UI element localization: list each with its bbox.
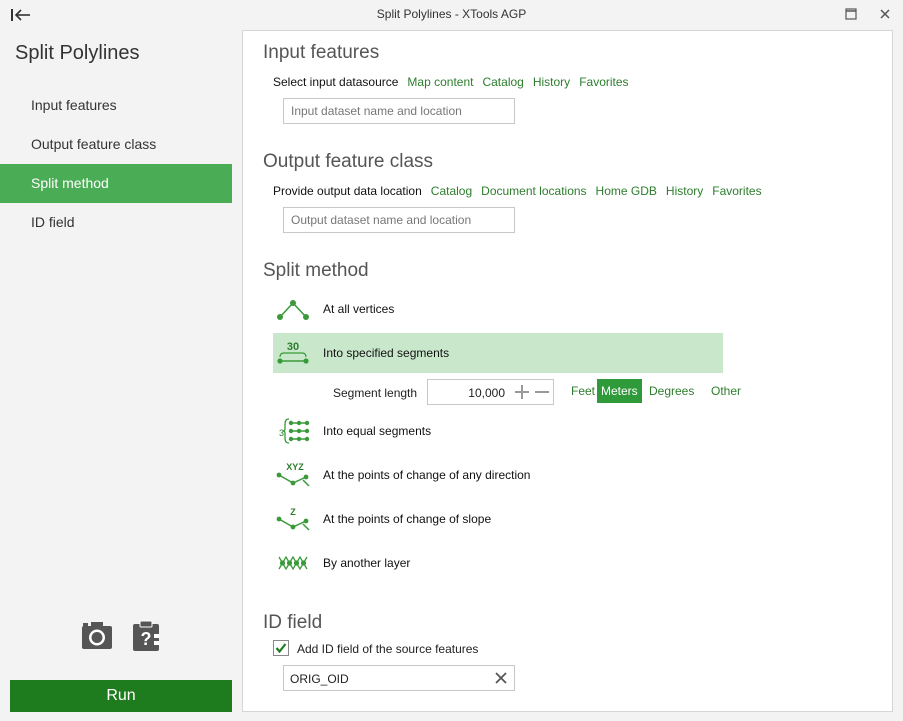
sidebar-item-output-feature-class[interactable]: Output feature class	[0, 125, 232, 164]
link-catalog[interactable]: Catalog	[431, 184, 472, 198]
method-label: At the points of change of any direction	[323, 468, 531, 482]
link-document-locations[interactable]: Document locations	[481, 184, 586, 198]
link-map-content[interactable]: Map content	[407, 75, 473, 89]
plus-icon[interactable]	[514, 384, 530, 400]
output-feature-class-heading: Output feature class	[263, 151, 434, 172]
main-panel: Input features Select input datasource Ma…	[242, 30, 893, 712]
another-layer-icon	[278, 555, 308, 571]
title-bar: Split Polylines - XTools AGP	[0, 0, 903, 30]
sidebar-nav: Input features Output feature class Spli…	[0, 86, 232, 242]
maximize-icon[interactable]	[845, 8, 857, 20]
svg-text:30: 30	[287, 341, 299, 353]
camera-icon[interactable]	[80, 618, 114, 652]
segment-length-input[interactable]: 10,000	[427, 379, 554, 405]
input-source-row: Select input datasource Map content Catalo…	[273, 75, 638, 89]
clipboard-help-icon[interactable]: ?	[130, 618, 164, 652]
segment-length-value: 10,000	[468, 386, 505, 400]
close-icon[interactable]	[878, 7, 892, 21]
input-features-heading: Input features	[263, 42, 380, 63]
input-dataset-field[interactable]	[283, 98, 515, 124]
add-id-field-checkbox[interactable]	[273, 640, 289, 656]
method-into-equal-segments[interactable]: 3 Into equal segments	[273, 411, 723, 451]
method-change-of-slope[interactable]: Z At the points of change of slope	[273, 499, 723, 539]
unit-meters[interactable]: Meters	[597, 379, 642, 403]
id-field-heading: ID field	[263, 612, 323, 633]
unit-other[interactable]: Other	[707, 379, 745, 403]
svg-text:XYZ: XYZ	[286, 462, 304, 472]
clear-icon[interactable]	[494, 671, 508, 685]
equal-segments-icon: 3	[279, 418, 310, 444]
svg-text:?: ?	[141, 629, 152, 649]
method-label: At all vertices	[323, 302, 395, 316]
link-favorites[interactable]: Favorites	[579, 75, 628, 89]
segment-length-label: Segment length	[333, 386, 418, 400]
output-location-row: Provide output data location Catalog Docum…	[273, 184, 771, 198]
vertices-icon	[277, 300, 309, 320]
minus-icon[interactable]	[534, 384, 550, 400]
svg-text:Z: Z	[290, 507, 296, 517]
sidebar-tools: ?	[80, 618, 170, 652]
checkmark-icon	[275, 643, 287, 654]
method-label: Into equal segments	[323, 424, 432, 438]
window-title: Split Polylines - XTools AGP	[376, 7, 527, 21]
sidebar-item-split-method[interactable]: Split method	[0, 164, 232, 203]
svg-text:3: 3	[279, 428, 284, 438]
link-history[interactable]: History	[533, 75, 570, 89]
method-change-of-direction[interactable]: XYZ At the points of change of any direc…	[273, 455, 723, 495]
segment-length-row: Segment length 10,000 Feet Meters Degree…	[333, 379, 853, 405]
link-favorites[interactable]: Favorites	[712, 184, 761, 198]
sidebar-item-input-features[interactable]: Input features	[0, 86, 232, 125]
id-field-value: ORIG_OID	[290, 672, 349, 686]
xyz-direction-icon: XYZ	[276, 462, 310, 487]
method-by-another-layer[interactable]: By another layer	[273, 543, 723, 583]
output-location-label: Provide output data location	[273, 184, 422, 198]
app-title: Split Polylines	[15, 42, 140, 64]
run-button[interactable]: Run	[10, 680, 232, 712]
method-label: At the points of change of slope	[323, 512, 492, 526]
add-id-field-label: Add ID field of the source features	[297, 642, 479, 656]
method-label: Into specified segments	[323, 346, 450, 360]
sidebar-item-id-field[interactable]: ID field	[0, 203, 232, 242]
link-catalog[interactable]: Catalog	[482, 75, 523, 89]
split-method-heading: Split method	[263, 260, 369, 281]
segments-30-icon: 30	[277, 341, 309, 364]
link-history[interactable]: History	[666, 184, 703, 198]
link-home-gdb[interactable]: Home GDB	[596, 184, 657, 198]
slope-z-icon: Z	[276, 507, 310, 531]
method-into-specified-segments[interactable]: 30 Into specified segments	[273, 333, 723, 373]
input-source-label: Select input datasource	[273, 75, 399, 89]
id-field-input[interactable]: ORIG_OID	[283, 665, 515, 691]
unit-feet[interactable]: Feet	[567, 379, 599, 403]
method-label: By another layer	[323, 556, 411, 570]
unit-degrees[interactable]: Degrees	[645, 379, 698, 403]
method-at-all-vertices[interactable]: At all vertices	[273, 289, 723, 329]
output-dataset-field[interactable]	[283, 207, 515, 233]
